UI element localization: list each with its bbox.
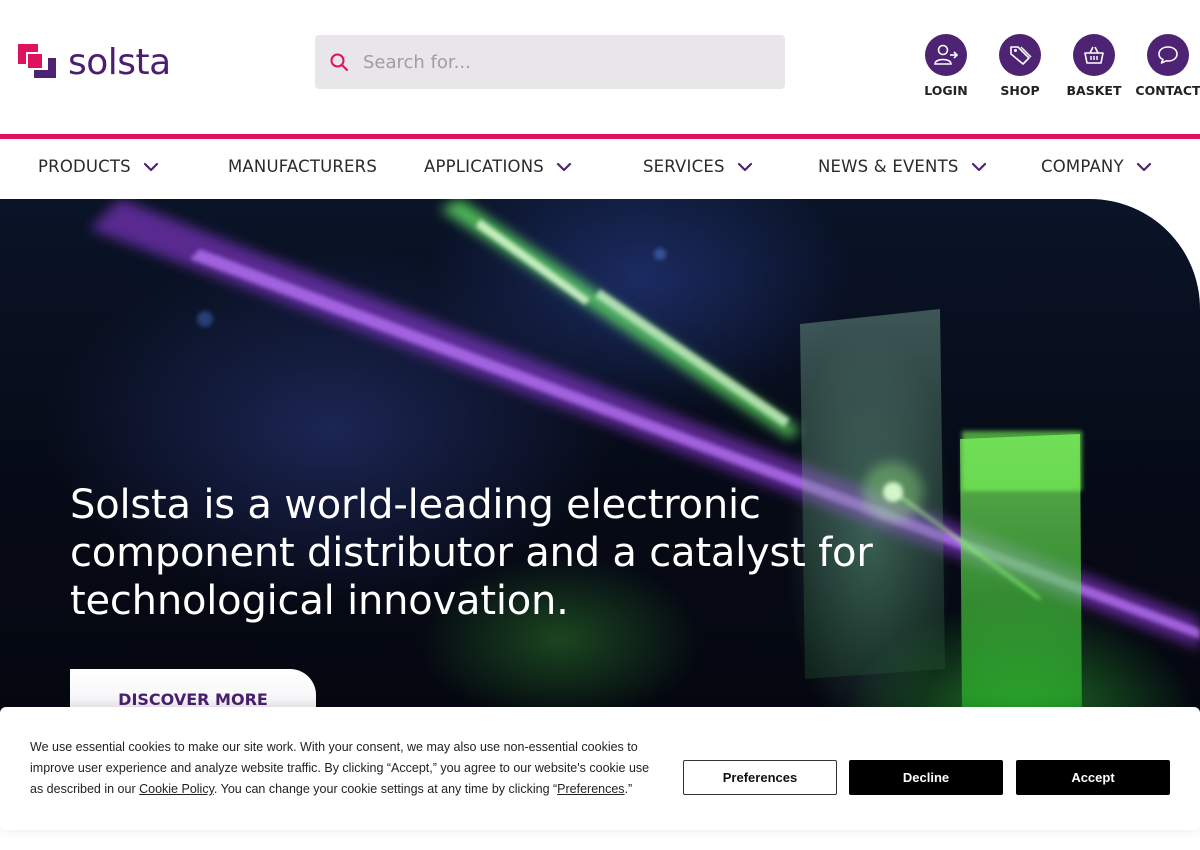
decline-button[interactable]: Decline xyxy=(849,760,1003,795)
hero-laser-image xyxy=(90,199,1200,719)
contact-button[interactable] xyxy=(1147,34,1189,76)
cookie-text-part3: .” xyxy=(624,782,633,796)
nav-item-news-events[interactable]: NEWS & EVENTS xyxy=(818,157,987,176)
preferences-link[interactable]: Preferences xyxy=(557,782,624,796)
cookie-message: We use essential cookies to make our sit… xyxy=(30,737,660,800)
nav-item-label: SERVICES xyxy=(643,157,725,176)
search-box[interactable] xyxy=(315,35,785,89)
chevron-down-icon xyxy=(143,162,158,171)
chevron-down-icon xyxy=(1136,162,1151,171)
contact-label: CONTACT xyxy=(1135,83,1200,98)
logo-text: solsta xyxy=(68,42,171,83)
nav-item-label: COMPANY xyxy=(1041,157,1124,176)
nav-item-label: APPLICATIONS xyxy=(424,157,544,176)
nav-item-services[interactable]: SERVICES xyxy=(643,157,753,176)
nav-item-manufacturers[interactable]: MANUFACTURERS xyxy=(228,157,377,176)
chevron-down-icon xyxy=(971,162,986,171)
shop-link[interactable]: SHOP xyxy=(980,34,1060,98)
shop-button[interactable] xyxy=(999,34,1041,76)
basket-label: BASKET xyxy=(1066,83,1122,98)
search-icon[interactable] xyxy=(329,52,349,72)
basket-icon xyxy=(1084,46,1104,64)
accept-button[interactable]: Accept xyxy=(1016,760,1170,795)
nav-item-company[interactable]: COMPANY xyxy=(1041,157,1152,176)
hero-headline: Solsta is a world-leading electronic com… xyxy=(70,482,873,624)
cookie-text-part2: . You can change your cookie settings at… xyxy=(213,782,558,796)
login-link[interactable]: LOGIN xyxy=(906,34,986,98)
chevron-down-icon xyxy=(556,162,572,171)
login-label: LOGIN xyxy=(924,83,968,98)
tag-icon xyxy=(1010,46,1032,65)
nav-item-products[interactable]: PRODUCTS xyxy=(38,157,159,176)
basket-link[interactable]: BASKET xyxy=(1054,34,1134,98)
chat-bubble-icon xyxy=(1158,46,1178,64)
search-input[interactable] xyxy=(363,51,763,73)
chevron-down-icon xyxy=(737,162,752,171)
contact-link[interactable]: CONTACT xyxy=(1128,34,1200,98)
login-button[interactable] xyxy=(925,34,967,76)
logo-mark-icon xyxy=(18,44,56,78)
nav-item-applications[interactable]: APPLICATIONS xyxy=(424,157,572,176)
hero-banner: Solsta is a world-leading electronic com… xyxy=(0,199,1200,719)
nav-item-label: NEWS & EVENTS xyxy=(818,157,959,176)
cookie-consent-banner: We use essential cookies to make our sit… xyxy=(0,707,1200,830)
cookie-policy-link[interactable]: Cookie Policy xyxy=(139,782,214,796)
nav-item-label: MANUFACTURERS xyxy=(228,157,378,176)
site-header: solsta LOGIN SHOP xyxy=(0,0,1200,134)
logo[interactable]: solsta xyxy=(14,40,171,86)
user-login-icon xyxy=(934,44,959,65)
shop-label: SHOP xyxy=(1000,83,1040,98)
basket-button[interactable] xyxy=(1073,34,1115,76)
nav-item-label: PRODUCTS xyxy=(38,157,131,176)
main-nav: PRODUCTS MANUFACTURERS APPLICATIONS SERV… xyxy=(0,139,1200,199)
preferences-button[interactable]: Preferences xyxy=(683,760,837,795)
